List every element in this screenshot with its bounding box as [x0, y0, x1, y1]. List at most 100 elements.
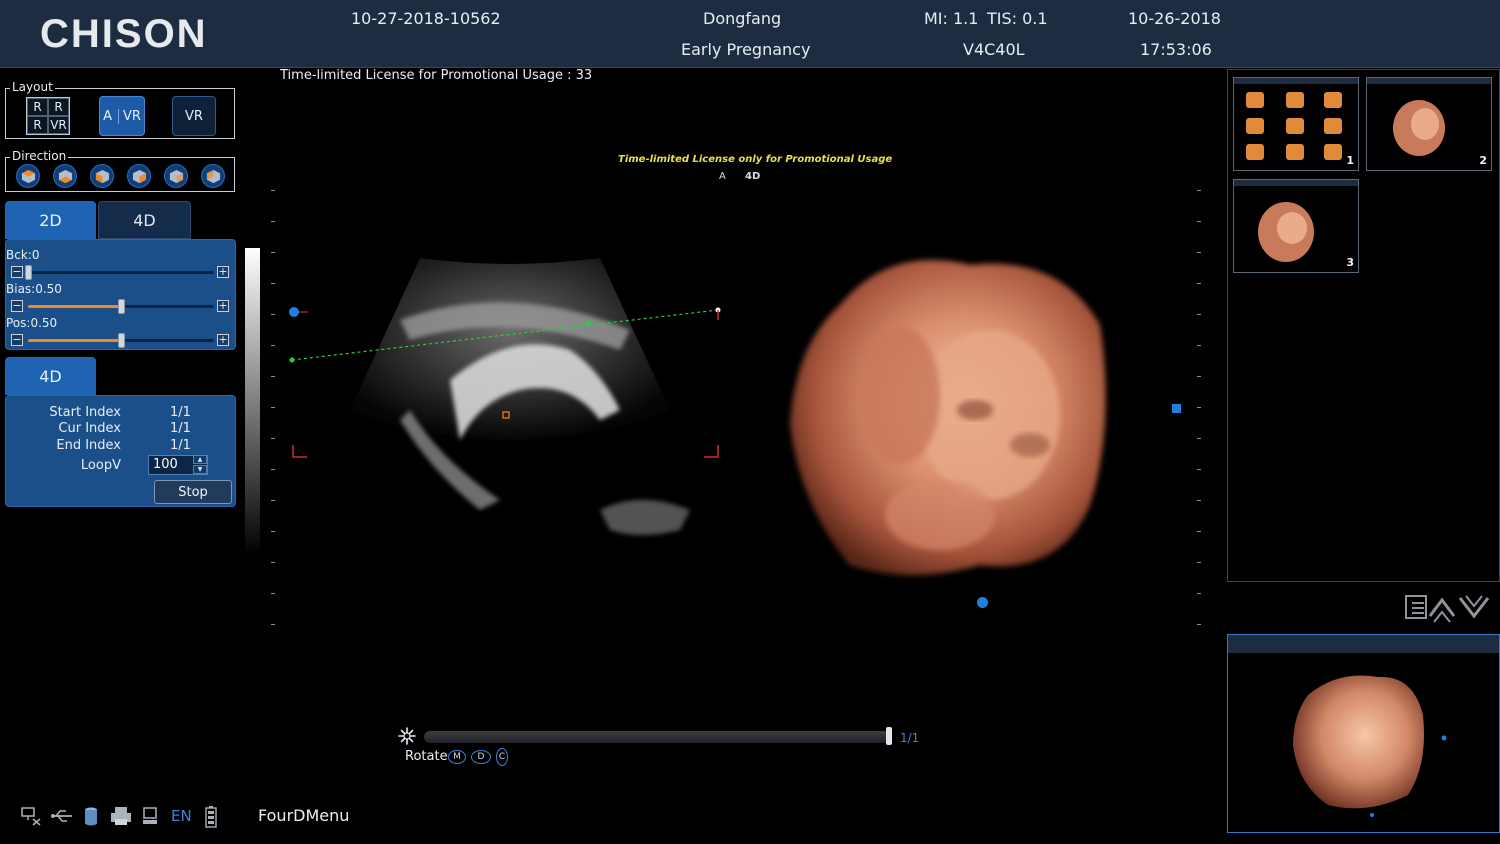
rotate-label: Rotate	[405, 749, 448, 764]
direction-left-button[interactable]	[90, 164, 114, 188]
battery-icon	[205, 806, 217, 828]
end-index-value: 1/1	[170, 438, 191, 453]
loopv-up-button[interactable]: ▲	[193, 455, 207, 464]
thumbnail-area: 1 2 3	[1227, 69, 1500, 582]
tab-2d[interactable]: 2D	[5, 201, 96, 239]
start-index-label: Start Index	[49, 405, 121, 420]
bmode-image	[289, 258, 721, 535]
direction-bottom-button[interactable]	[201, 164, 225, 188]
layout-cell: VR	[48, 116, 69, 134]
usb-icon	[51, 810, 72, 822]
freeze-icon[interactable]	[398, 727, 416, 745]
orientation-marker	[1172, 404, 1181, 413]
preview-image	[1228, 635, 1499, 817]
bck-plus-button[interactable]: +	[217, 266, 229, 278]
pos-fill	[28, 339, 121, 342]
patient-id: 10-27-2018-10562	[351, 9, 501, 28]
layout-quad-button[interactable]: R R R VR	[26, 97, 70, 135]
cine-counter: 1/1	[900, 731, 920, 745]
exam-type: Early Pregnancy	[681, 40, 811, 59]
view-a-label: A	[719, 171, 726, 182]
cube-icon	[58, 169, 73, 184]
bias-minus-button[interactable]: −	[11, 300, 23, 312]
brand-logo: CHISON	[40, 12, 208, 56]
rotate-c-button[interactable]: C	[496, 748, 508, 766]
pos-thumb[interactable]	[118, 333, 125, 348]
thumbnail-number: 2	[1479, 154, 1487, 167]
pos-label: Pos:0.50	[6, 316, 58, 330]
thumbnail-image	[1234, 180, 1358, 262]
storage-icon	[143, 807, 157, 824]
tab-4d[interactable]: 4D	[98, 201, 191, 239]
pos-plus-button[interactable]: +	[217, 334, 229, 346]
layout-cell: R	[48, 98, 69, 116]
bias-fill	[28, 305, 121, 308]
view-4d-label: 4D	[745, 171, 761, 182]
bck-label: Bck:0	[6, 248, 40, 262]
thumbnail-nav-icons	[1405, 595, 1490, 623]
cine-thumb[interactable]	[886, 727, 892, 745]
mi-readout: MI: 1.1	[924, 9, 979, 28]
layout-group: Layout R R R VR A VR VR	[5, 80, 235, 139]
preview-window[interactable]	[1227, 634, 1500, 833]
tab-4d-cine[interactable]: 4D	[5, 357, 96, 395]
network-icon	[21, 807, 41, 826]
direction-right-button[interactable]	[127, 164, 151, 188]
start-index-value: 1/1	[170, 405, 191, 420]
bias-slider[interactable]	[28, 299, 214, 314]
cube-icon	[132, 169, 147, 184]
cube-icon	[169, 169, 184, 184]
exam-time: 17:53:06	[1140, 40, 1212, 59]
layout-vr-button[interactable]: VR	[172, 96, 216, 136]
rotation-center-marker	[977, 597, 988, 608]
bias-thumb[interactable]	[118, 299, 125, 314]
active-menu-name: FourDMenu	[258, 806, 350, 825]
license-notice: Time-limited License for Promotional Usa…	[280, 68, 593, 83]
loopv-down-button[interactable]: ▼	[193, 465, 207, 474]
thumbnail-1[interactable]: 1	[1233, 77, 1359, 171]
thumbnail-image	[1234, 78, 1358, 160]
thumbnail-number: 1	[1346, 154, 1354, 167]
direction-group: Direction	[5, 149, 235, 192]
cube-icon	[21, 169, 36, 184]
loopv-label: LoopV	[80, 458, 121, 473]
pos-slider[interactable]	[28, 333, 214, 348]
license-watermark: Time-limited License only for Promotiona…	[618, 154, 893, 165]
bias-label: Bias:0.50	[6, 282, 62, 296]
cube-icon	[95, 169, 110, 184]
database-icon	[85, 807, 97, 826]
volume-render-image	[790, 260, 1106, 575]
layout-cell: R	[27, 98, 48, 116]
grayscale-bar	[245, 248, 260, 555]
page-down-icon[interactable]	[1458, 595, 1490, 619]
bias-plus-button[interactable]: +	[217, 300, 229, 312]
direction-front-button[interactable]	[16, 164, 40, 188]
layout-cell: R	[27, 116, 48, 134]
thumbnail-number: 3	[1346, 256, 1354, 269]
exam-date: 10-26-2018	[1128, 9, 1221, 28]
tis-readout: TIS: 0.1	[987, 9, 1048, 28]
bck-slider[interactable]	[25, 265, 214, 280]
cine-progress-bar[interactable]	[424, 731, 890, 743]
layout-a-label: A	[103, 108, 119, 124]
thumbnail-2[interactable]: 2	[1366, 77, 1492, 171]
direction-back-button[interactable]	[53, 164, 77, 188]
layout-a-vr-button[interactable]: A VR	[99, 96, 145, 136]
printer-icon	[111, 807, 131, 825]
direction-top-button[interactable]	[164, 164, 188, 188]
bck-thumb[interactable]	[25, 265, 32, 280]
thumbnail-3[interactable]: 3	[1233, 179, 1359, 273]
cur-index-label: Cur Index	[58, 421, 121, 436]
stop-button[interactable]: Stop	[154, 480, 232, 504]
bck-minus-button[interactable]: −	[11, 266, 23, 278]
rotate-m-button[interactable]: M	[448, 750, 466, 764]
direction-title: Direction	[10, 149, 69, 163]
pos-minus-button[interactable]: −	[11, 334, 23, 346]
language-indicator[interactable]: EN	[171, 807, 192, 825]
slider-panel: Bck:0 − + Bias:0.50 − + Pos:0.50 − +	[5, 239, 236, 350]
rotate-d-button[interactable]: D	[471, 750, 491, 764]
layout-vr-label: VR	[122, 108, 141, 124]
probe-name: V4C40L	[963, 40, 1025, 59]
page-up-icon[interactable]	[1428, 597, 1456, 623]
thumbnail-list-icon[interactable]	[1405, 595, 1427, 619]
